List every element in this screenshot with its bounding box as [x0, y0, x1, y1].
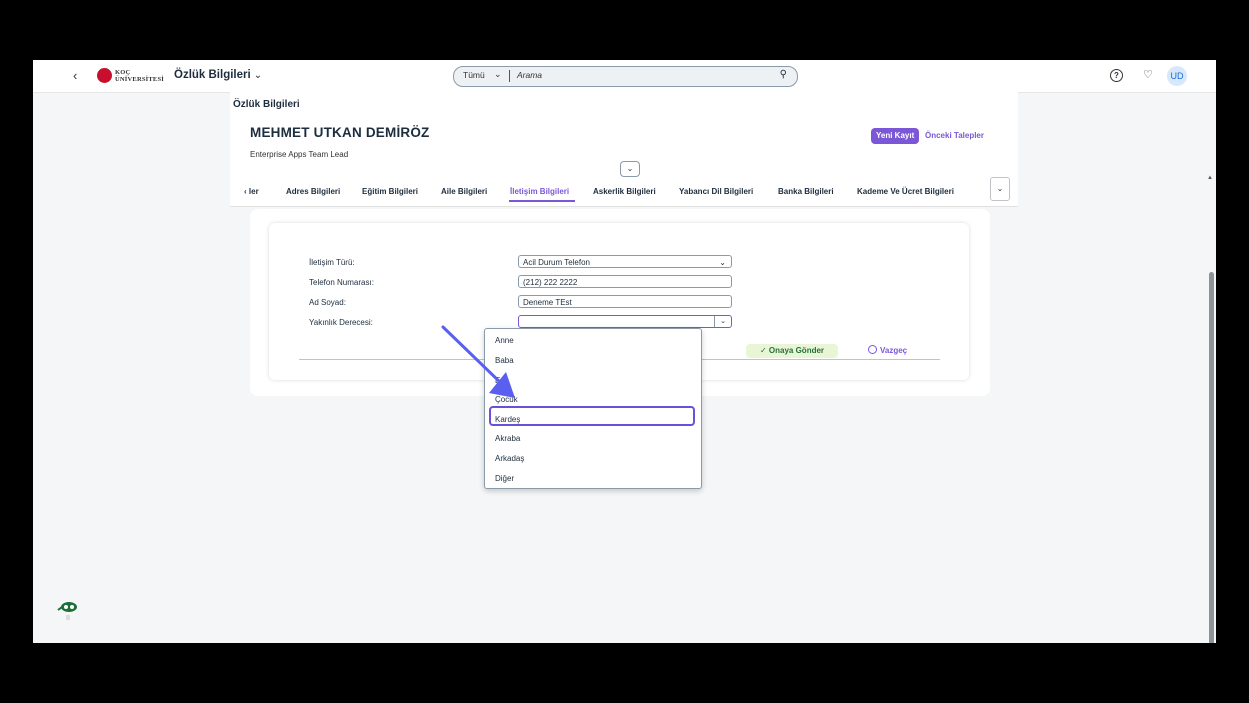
- logo-line-2: ÜNİVERSİTESİ: [115, 75, 165, 83]
- relation-label: Yakınlık Derecesi:: [309, 318, 373, 327]
- contact-type-label: İletişim Türü:: [309, 258, 355, 267]
- chevron-down-icon: ⌄: [719, 258, 726, 267]
- tab-kademe[interactable]: Kademe Ve Ücret Bilgileri: [857, 187, 954, 196]
- option-diger[interactable]: Diğer: [495, 474, 514, 483]
- name-label: Ad Soyad:: [309, 298, 346, 307]
- option-akraba[interactable]: Akraba: [495, 434, 520, 443]
- vertical-scrollbar[interactable]: [1209, 272, 1214, 643]
- relation-dropdown-list: Anne Baba Eş Çocuk Kardeş Akraba Arkadaş…: [484, 328, 702, 489]
- tab-askerlik[interactable]: Askerlik Bilgileri: [593, 187, 656, 196]
- cancel-button[interactable]: Vazgeç: [868, 345, 907, 355]
- person-role: Enterprise Apps Team Lead: [250, 150, 349, 159]
- page-title: Özlük Bilgileri: [233, 99, 300, 110]
- search-bar: Tümü ⌄ Arama ⚲: [453, 66, 798, 87]
- chevron-down-icon: ⌄: [714, 316, 731, 327]
- collapse-header-button[interactable]: ⌄: [620, 161, 640, 177]
- shell-bar: ‹ KOÇ ÜNİVERSİTESİ Özlük Bilgileri ⌄ Tümü…: [33, 60, 1216, 93]
- name-input[interactable]: Deneme TEst: [518, 295, 732, 308]
- tab-banka[interactable]: Banka Bilgileri: [778, 187, 834, 196]
- new-record-button[interactable]: Yeni Kayıt: [871, 128, 920, 144]
- assistant-launcher-icon[interactable]: [55, 598, 81, 629]
- search-input[interactable]: Arama: [517, 70, 542, 80]
- tab-adres[interactable]: Adres Bilgileri: [286, 187, 340, 196]
- phone-input[interactable]: (212) 222 2222: [518, 275, 732, 288]
- tab-yabanci-dil[interactable]: Yabancı Dil Bilgileri: [679, 187, 753, 196]
- university-logo[interactable]: KOÇ ÜNİVERSİTESİ: [97, 68, 164, 83]
- tab-bar: ‹ ler Adres Bilgileri Eğitim Bilgileri A…: [230, 177, 1018, 207]
- avatar[interactable]: UD: [1167, 66, 1187, 86]
- option-arkadas[interactable]: Arkadaş: [495, 454, 524, 463]
- person-name: MEHMET UTKAN DEMİRÖZ: [250, 125, 430, 140]
- option-kardes[interactable]: Kardeş: [495, 415, 520, 424]
- chevron-left-icon[interactable]: ‹: [73, 68, 77, 83]
- option-es[interactable]: Eş: [495, 376, 504, 385]
- search-icon[interactable]: ⚲: [780, 69, 787, 80]
- phone-label: Telefon Numarası:: [309, 278, 374, 287]
- tab-aile[interactable]: Aile Bilgileri: [441, 187, 487, 196]
- search-separator: [509, 70, 510, 82]
- tab-scroll-left[interactable]: ‹ ler: [244, 187, 259, 196]
- previous-requests-button[interactable]: Önceki Talepler: [925, 131, 984, 140]
- scroll-up-arrow-icon[interactable]: ▲: [1207, 175, 1213, 181]
- chevron-down-icon: ⌄: [253, 70, 263, 81]
- tab-iletisim[interactable]: İletişim Bilgileri: [510, 187, 569, 196]
- object-header: MEHMET UTKAN DEMİRÖZ Enterprise Apps Tea…: [230, 117, 1018, 207]
- page-header: Özlük Bilgileri: [230, 92, 1018, 118]
- contact-type-select[interactable]: Acil Durum Telefon ⌄: [518, 255, 732, 268]
- option-baba[interactable]: Baba: [495, 356, 514, 365]
- cancel-circle-icon: [868, 345, 877, 354]
- tab-overflow-button[interactable]: ⌄: [990, 177, 1010, 201]
- active-tab-indicator: [509, 200, 575, 202]
- bell-icon[interactable]: ♡: [1143, 68, 1153, 81]
- send-for-approval-button[interactable]: ✓ Onaya Gönder: [746, 344, 838, 358]
- option-cocuk[interactable]: Çocuk: [495, 395, 518, 404]
- chevron-down-icon[interactable]: ⌄: [494, 69, 502, 80]
- help-icon[interactable]: ?: [1110, 69, 1123, 82]
- checkmark-icon: ✓: [759, 346, 767, 355]
- tab-egitim[interactable]: Eğitim Bilgileri: [362, 187, 418, 196]
- option-anne[interactable]: Anne: [495, 336, 514, 345]
- app-title-menu[interactable]: Özlük Bilgileri ⌄: [174, 69, 262, 81]
- search-scope[interactable]: Tümü: [463, 70, 485, 80]
- logo-line-1: KOÇ: [115, 68, 131, 76]
- relation-select[interactable]: ⌄: [518, 315, 732, 328]
- logo-mark-icon: [97, 68, 112, 83]
- app-title: Özlük Bilgileri: [174, 69, 251, 81]
- chevron-left-icon: ‹: [244, 187, 247, 196]
